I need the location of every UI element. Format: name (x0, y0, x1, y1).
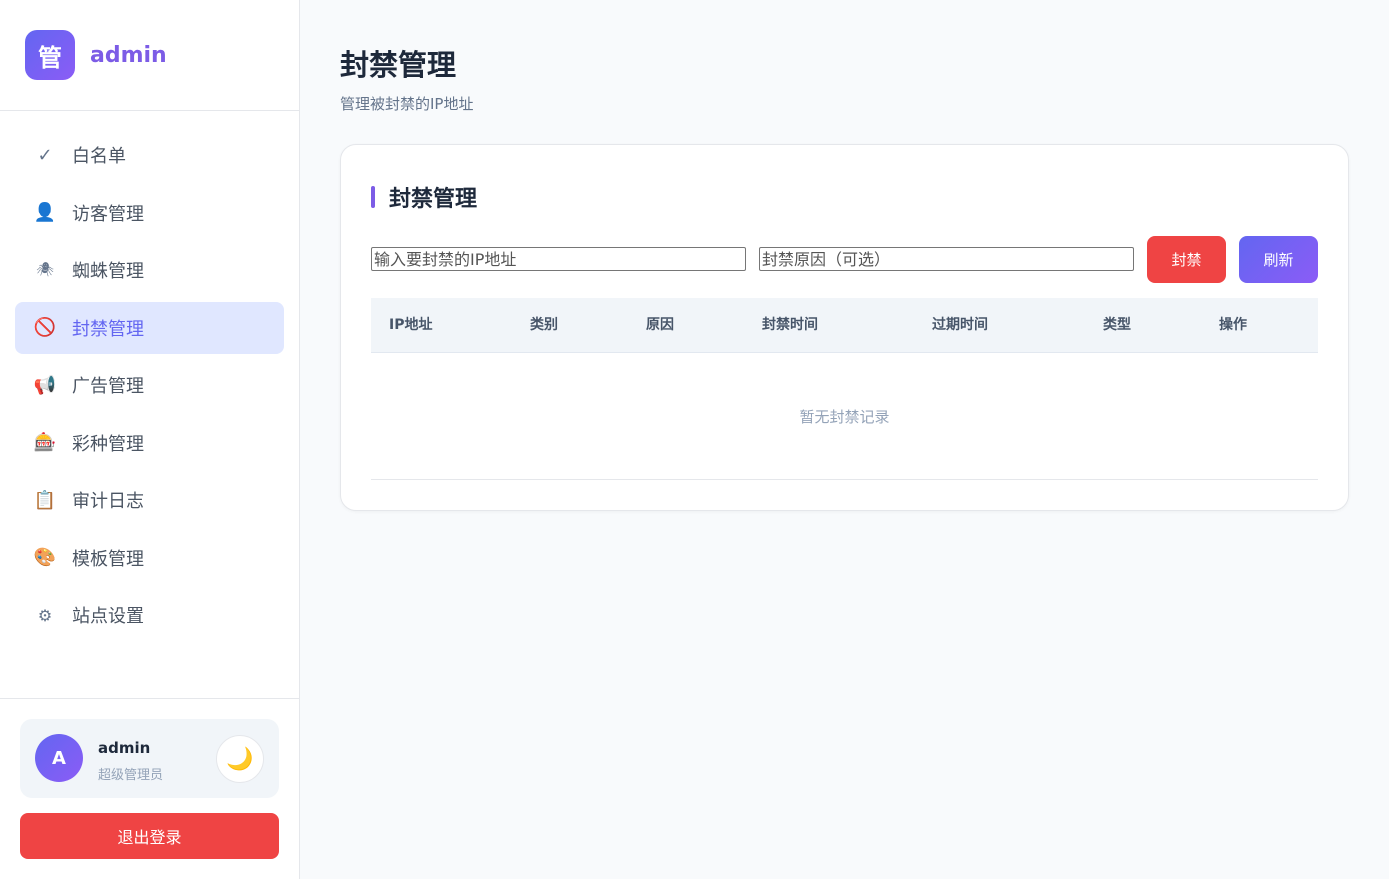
user-name: admin (98, 739, 151, 757)
column-header-actions: 操作 (1219, 317, 1247, 333)
page-subtitle: 管理被封禁的IP地址 (340, 95, 474, 113)
column-header-ip: IP地址 (389, 317, 433, 333)
spider-icon: 🕷 (36, 262, 54, 278)
card-title: 封禁管理 (389, 187, 478, 212)
sidebar-item-label: 白名单 (72, 146, 126, 167)
sidebar-item-label: 彩种管理 (72, 433, 144, 455)
sidebar-item-whitelist[interactable]: ✓ 白名单 (15, 129, 284, 181)
sidebar-item-ads[interactable]: 📢 广告管理 (15, 359, 284, 411)
sidebar-item-label: 蜘蛛管理 (72, 261, 144, 282)
clipboard-icon: 📋 (33, 489, 57, 511)
avatar: A (35, 734, 83, 782)
brand-name: admin (90, 42, 167, 68)
theme-toggle-button[interactable]: 🌙 (216, 735, 264, 783)
sidebar-item-spiders[interactable]: 🕷 蜘蛛管理 (15, 244, 284, 296)
user-role: 超级管理员 (98, 768, 164, 783)
column-header-category: 类别 (530, 317, 558, 333)
check-icon: ✓ (37, 144, 53, 166)
user-card: A admin 超级管理员 🌙 (20, 719, 279, 798)
palette-icon: 🎨 (33, 547, 57, 568)
sidebar-item-templates[interactable]: 🎨 模板管理 (15, 532, 284, 584)
sidebar-item-label: 审计日志 (72, 491, 144, 512)
main-content: 封禁管理 管理被封禁的IP地址 封禁管理 封禁 刷新 IP地址 类别 原因 封禁… (300, 0, 1389, 879)
ban-reason-input[interactable] (759, 247, 1134, 271)
card-header: 封禁管理 (371, 181, 477, 213)
sidebar-item-label: 站点设置 (72, 606, 144, 627)
ip-address-input[interactable] (371, 247, 746, 271)
column-header-expire-time: 过期时间 (932, 317, 988, 333)
refresh-button[interactable]: 刷新 (1239, 236, 1318, 283)
column-header-type: 类型 (1103, 317, 1131, 333)
sidebar-item-label: 模板管理 (72, 548, 144, 570)
table-header: IP地址 类别 原因 封禁时间 过期时间 类型 操作 (371, 298, 1318, 353)
visitor-icon: 👤 (33, 202, 57, 223)
moon-icon: 🌙 (226, 746, 254, 771)
megaphone-icon: 📢 (33, 374, 57, 396)
sidebar-footer: A admin 超级管理员 🌙 退出登录 (0, 698, 299, 879)
brand-logo: 管 (25, 30, 75, 80)
card-accent-bar (371, 186, 375, 208)
sidebar-item-lottery[interactable]: 🎰 彩种管理 (15, 417, 284, 469)
sidebar-nav: ✓ 白名单 👤 访客管理 🕷 蜘蛛管理 🚫 封禁管理 📢 广告管理 🎰 彩种管理… (0, 111, 299, 641)
sidebar-item-site-settings[interactable]: ⚙ 站点设置 (15, 589, 284, 641)
sidebar: 管 admin ✓ 白名单 👤 访客管理 🕷 蜘蛛管理 🚫 封禁管理 📢 广告管… (0, 0, 300, 879)
logout-button[interactable]: 退出登录 (20, 813, 279, 859)
column-header-reason: 原因 (646, 317, 674, 333)
sidebar-item-label: 访客管理 (72, 203, 144, 225)
sidebar-item-label: 封禁管理 (72, 318, 144, 340)
table-empty-state: 暂无封禁记录 (371, 353, 1318, 480)
column-header-ban-time: 封禁时间 (762, 317, 818, 333)
page-title: 封禁管理 (340, 48, 457, 82)
sidebar-item-label: 广告管理 (72, 376, 144, 397)
ban-button[interactable]: 封禁 (1147, 236, 1226, 283)
gear-icon: ⚙ (37, 605, 53, 625)
sidebar-item-audit-log[interactable]: 📋 审计日志 (15, 474, 284, 526)
ban-management-card: 封禁管理 封禁 刷新 IP地址 类别 原因 封禁时间 过期时间 类型 操作 暂无… (340, 144, 1349, 511)
ban-icon: 🚫 (33, 317, 57, 338)
sidebar-item-visitors[interactable]: 👤 访客管理 (15, 187, 284, 239)
brand-header: 管 admin (0, 0, 299, 111)
sidebar-item-bans[interactable]: 🚫 封禁管理 (15, 301, 284, 354)
slot-machine-icon: 🎰 (33, 432, 57, 453)
